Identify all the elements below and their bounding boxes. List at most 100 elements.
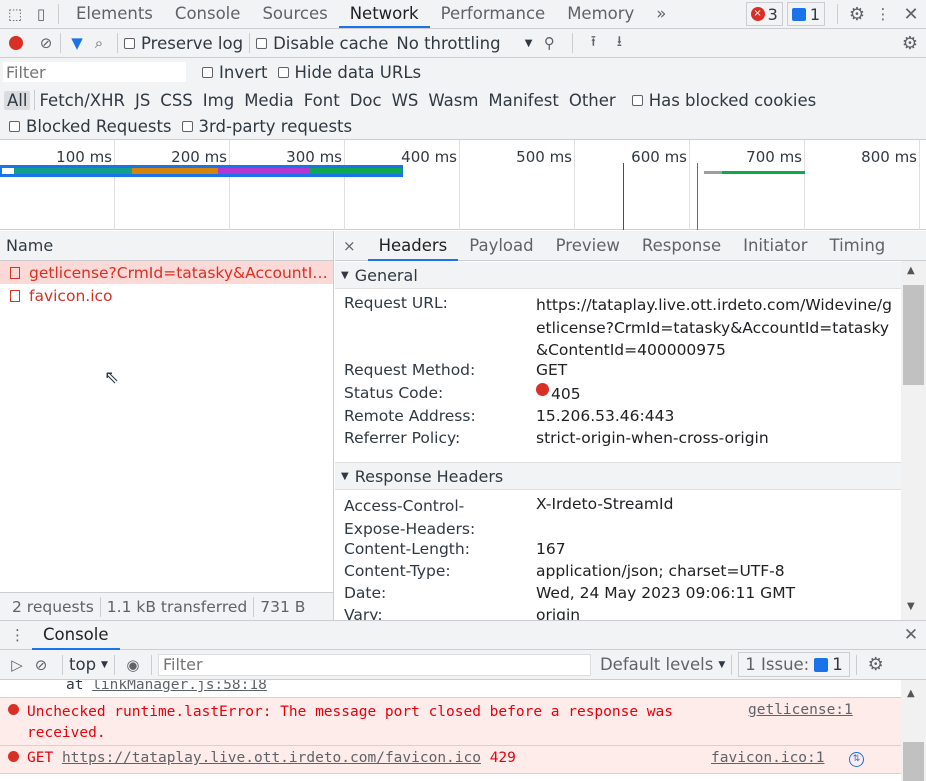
- type-wasm[interactable]: Wasm: [428, 91, 478, 110]
- name-column-header[interactable]: Name: [0, 231, 333, 261]
- timing-segment: [310, 168, 402, 174]
- type-font[interactable]: Font: [304, 91, 340, 110]
- export-har-icon[interactable]: ⭳: [607, 31, 631, 56]
- filter-funnel-icon[interactable]: ▼: [67, 34, 87, 52]
- header-key: Remote Address:: [344, 407, 476, 425]
- details-scrollbar[interactable]: ▲ ▼: [901, 261, 926, 620]
- close-details-icon[interactable]: ×: [343, 237, 356, 255]
- divider: [58, 4, 59, 24]
- request-url-link[interactable]: https://tataplay.live.ott.irdeto.com/fav…: [62, 750, 481, 766]
- type-all[interactable]: All: [4, 90, 31, 110]
- scroll-up-icon[interactable]: ▲: [907, 688, 915, 699]
- header-value: application/json; charset=UTF-8: [536, 562, 785, 580]
- timeline-overview[interactable]: 100 ms 200 ms 300 ms 400 ms 500 ms 600 ms 700 …: [0, 140, 926, 230]
- tab-response[interactable]: Response: [631, 231, 732, 261]
- invert-checkbox[interactable]: [202, 66, 213, 78]
- preserve-log-checkbox[interactable]: [124, 37, 135, 49]
- source-link[interactable]: linkManager.js:58:18: [92, 680, 267, 693]
- tab-sources[interactable]: Sources: [251, 0, 338, 28]
- source-link[interactable]: getlicense:1: [748, 702, 853, 718]
- error-count: 3: [767, 4, 778, 24]
- network-settings-icon[interactable]: ⚙: [894, 33, 926, 54]
- tab-memory[interactable]: Memory: [556, 0, 645, 28]
- type-js[interactable]: JS: [135, 91, 150, 110]
- clear-icon[interactable]: ⊘: [38, 34, 54, 52]
- scroll-up-icon[interactable]: ▲: [907, 265, 915, 276]
- type-other[interactable]: Other: [569, 91, 616, 110]
- drawer-tab-console[interactable]: Console: [32, 620, 120, 650]
- tab-console[interactable]: Console: [164, 0, 252, 28]
- header-key: Request URL:: [344, 294, 448, 312]
- request-row-favicon[interactable]: favicon.ico: [0, 284, 333, 307]
- record-icon[interactable]: [9, 36, 23, 50]
- tab-preview[interactable]: Preview: [545, 231, 631, 261]
- blocked-requests-checkbox[interactable]: [9, 121, 20, 132]
- type-fetch-xhr[interactable]: Fetch/XHR: [39, 91, 124, 110]
- header-key: Date:: [344, 584, 387, 602]
- reveal-in-network-icon[interactable]: ⇅: [849, 752, 864, 767]
- device-toolbar-icon[interactable]: ▯: [30, 5, 52, 23]
- source-link[interactable]: favicon.ico:1: [711, 750, 825, 766]
- timeline-tick-label: 400 ms: [401, 148, 457, 166]
- issues-button[interactable]: 1 Issue: 1: [738, 652, 850, 677]
- network-conditions-icon[interactable]: ⚲: [532, 34, 566, 52]
- scrollbar-thumb[interactable]: [903, 285, 924, 385]
- type-img[interactable]: Img: [203, 91, 234, 110]
- issues-count: 1: [832, 655, 843, 674]
- messages-badge[interactable]: 1: [786, 2, 825, 26]
- request-row-getlicense[interactable]: getlicense?CrmId=tatasky&AccountId=tatas…: [0, 261, 333, 284]
- log-levels-select[interactable]: Default levels ▼: [600, 655, 725, 674]
- tab-payload[interactable]: Payload: [458, 231, 544, 261]
- tab-timing[interactable]: Timing: [819, 231, 897, 261]
- tab-performance[interactable]: Performance: [430, 0, 557, 28]
- console-scrollbar[interactable]: ▲: [901, 680, 926, 781]
- search-icon[interactable]: ⌕: [87, 34, 111, 52]
- type-doc[interactable]: Doc: [350, 91, 382, 110]
- drawer-menu-icon[interactable]: ⋮: [10, 626, 25, 644]
- scrollbar-thumb[interactable]: [903, 742, 924, 781]
- type-manifest[interactable]: Manifest: [488, 91, 558, 110]
- kebab-menu-icon[interactable]: ⋮: [870, 5, 896, 23]
- close-drawer-icon[interactable]: ✕: [896, 625, 926, 645]
- general-section-header[interactable]: ▼ General: [335, 262, 901, 289]
- type-css[interactable]: CSS: [160, 91, 192, 110]
- request-name: favicon.ico: [29, 286, 113, 305]
- filter-input[interactable]: [3, 62, 186, 82]
- more-tabs-button[interactable]: »: [645, 0, 677, 28]
- referrer-policy-value: strict-origin-when-cross-origin: [536, 429, 769, 447]
- hide-data-urls-checkbox[interactable]: [277, 66, 289, 78]
- request-bar-favicon: [722, 171, 805, 174]
- tab-network[interactable]: Network: [338, 0, 430, 28]
- has-blocked-cookies-checkbox[interactable]: [631, 94, 643, 106]
- close-devtools-icon[interactable]: ✕: [896, 4, 926, 25]
- third-party-checkbox[interactable]: [181, 121, 193, 132]
- sidebar-toggle-icon[interactable]: ▷: [8, 656, 26, 674]
- type-ws[interactable]: WS: [392, 91, 419, 110]
- response-headers-section-header[interactable]: ▼ Response Headers: [335, 462, 901, 490]
- divider: [34, 90, 36, 110]
- hide-data-urls-label: Hide data URLs: [294, 62, 422, 82]
- invert-label: Invert: [219, 62, 268, 82]
- tab-elements[interactable]: Elements: [65, 0, 164, 28]
- document-icon: [10, 266, 20, 279]
- timeline-gridline: [114, 140, 115, 230]
- import-har-icon[interactable]: ⭱: [579, 31, 607, 56]
- clear-console-icon[interactable]: ⊘: [26, 656, 56, 674]
- console-filter-input[interactable]: [157, 653, 591, 676]
- console-settings-icon[interactable]: ⚙: [863, 654, 889, 675]
- error-icon: ×: [750, 7, 765, 21]
- settings-gear-icon[interactable]: ⚙: [844, 4, 870, 25]
- context-select[interactable]: top ▼: [69, 655, 108, 674]
- inspect-element-icon[interactable]: ⬚: [0, 5, 30, 23]
- header-value: Wed, 24 May 2023 09:06:11 GMT: [536, 584, 796, 602]
- timeline-gridline: [229, 140, 230, 230]
- live-expression-eye-icon[interactable]: ◉: [121, 656, 145, 674]
- disable-cache-checkbox[interactable]: [256, 37, 268, 49]
- tab-headers[interactable]: Headers: [367, 231, 459, 261]
- scroll-down-icon[interactable]: ▼: [907, 601, 915, 612]
- tab-initiator[interactable]: Initiator: [732, 231, 818, 261]
- throttling-select[interactable]: No throttling ▼: [396, 34, 532, 53]
- type-media[interactable]: Media: [244, 91, 294, 110]
- timeline-tick-label: 100 ms: [56, 148, 112, 166]
- errors-badge[interactable]: × 3: [745, 2, 783, 26]
